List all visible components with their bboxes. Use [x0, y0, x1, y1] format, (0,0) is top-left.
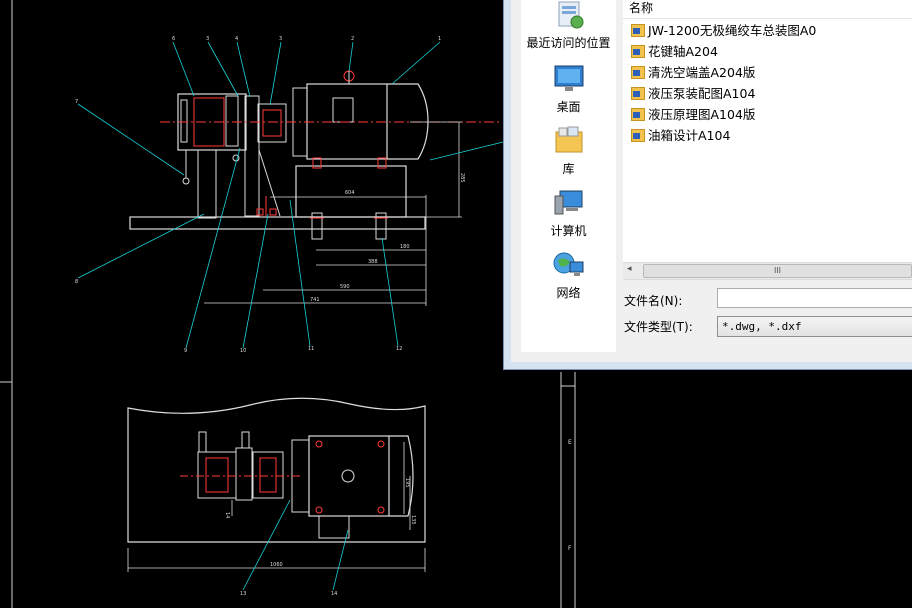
balloon-2: 2 [351, 36, 354, 42]
place-computer-label: 计算机 [550, 224, 587, 238]
filetype-select[interactable]: *.dwg, *.dxf [717, 316, 912, 337]
file-name: JW-1200无极绳绞车总装图A0 [648, 23, 817, 38]
dim-285: 285 [459, 173, 465, 183]
dim-604: 604 [345, 190, 355, 196]
dim-1060: 1060 [270, 562, 283, 568]
scroll-thumb[interactable]: III [643, 264, 912, 278]
place-network-label: 网络 [556, 286, 581, 300]
file-name: 花键轴A204 [648, 44, 718, 59]
frame-letter-e: E [568, 439, 572, 446]
balloon-14: 14 [331, 591, 337, 597]
balloon-10: 10 [240, 348, 246, 354]
balloon-7: 7 [75, 99, 78, 105]
file-item[interactable]: 清洗空端盖A204版 [631, 63, 755, 83]
file-name: 液压泵装配图A104 [648, 86, 756, 101]
dwg-file-icon [631, 45, 645, 58]
computer-icon [552, 188, 586, 218]
balloon-6: 6 [172, 36, 175, 42]
scroll-left-arrow-icon[interactable]: ◂ [627, 264, 632, 274]
column-header-name[interactable]: 名称 [623, 0, 912, 19]
filename-label: 文件名(N): [624, 294, 683, 308]
file-name: 清洗空端盖A204版 [648, 65, 756, 80]
balloon-13: 13 [240, 591, 246, 597]
balloon-9: 9 [184, 348, 187, 354]
balloon-4: 4 [235, 36, 238, 42]
dim-590: 590 [340, 284, 350, 290]
balloon-12: 12 [396, 346, 402, 352]
balloon-11: 11 [308, 346, 314, 352]
dim-388: 388 [368, 259, 378, 265]
horizontal-scrollbar[interactable]: ◂ III [623, 262, 912, 280]
filename-input[interactable] [717, 288, 912, 308]
dim-741: 741 [310, 297, 320, 303]
file-item[interactable]: JW-1200无极绳绞车总装图A0 [631, 21, 816, 41]
balloon-3a: 3 [206, 36, 209, 42]
file-open-dialog: 最近访问的位置 桌面 库 计算机 网络 名称 JW-1200无极绳绞车总装图A0… [503, 0, 912, 370]
file-item[interactable]: 液压泵装配图A104 [631, 84, 755, 104]
dim-195: 195 [404, 478, 410, 488]
file-name: 液压原理图A104版 [648, 107, 756, 122]
library-icon [552, 126, 586, 156]
place-desktop[interactable]: 桌面 [521, 64, 616, 115]
file-name: 油箱设计A104 [648, 128, 731, 143]
places-bar: 最近访问的位置 桌面 库 计算机 网络 [521, 0, 616, 352]
dwg-file-icon [631, 66, 645, 79]
place-network[interactable]: 网络 [521, 250, 616, 301]
filetype-label: 文件类型(T): [624, 320, 693, 334]
dwg-file-icon [631, 108, 645, 121]
file-item[interactable]: 油箱设计A104 [631, 126, 730, 146]
dim-14: 14 [224, 512, 230, 518]
balloon-8: 8 [75, 279, 78, 285]
place-recent-label: 最近访问的位置 [526, 36, 611, 50]
place-computer[interactable]: 计算机 [521, 188, 616, 239]
file-item[interactable]: 花键轴A204 [631, 42, 718, 62]
dwg-file-icon [631, 129, 645, 142]
dim-135: 135 [410, 515, 416, 525]
network-icon [552, 250, 586, 280]
frame-letter-f: F [568, 545, 572, 552]
dwg-file-icon [631, 87, 645, 100]
recent-places-icon [552, 0, 586, 30]
dwg-file-icon [631, 24, 645, 37]
dialog-body: 最近访问的位置 桌面 库 计算机 网络 名称 JW-1200无极绳绞车总装图A0… [511, 0, 912, 362]
balloon-3b: 3 [279, 36, 282, 42]
place-desktop-label: 桌面 [556, 100, 581, 114]
place-library[interactable]: 库 [521, 126, 616, 177]
desktop-icon [552, 64, 586, 94]
dim-180: 180 [400, 244, 410, 250]
place-library-label: 库 [562, 162, 575, 176]
file-list[interactable]: 名称 JW-1200无极绳绞车总装图A0 花键轴A204 清洗空端盖A204版 … [623, 0, 912, 277]
file-item[interactable]: 液压原理图A104版 [631, 105, 755, 125]
place-recent[interactable]: 最近访问的位置 [521, 0, 616, 51]
balloon-1: 1 [438, 36, 441, 42]
